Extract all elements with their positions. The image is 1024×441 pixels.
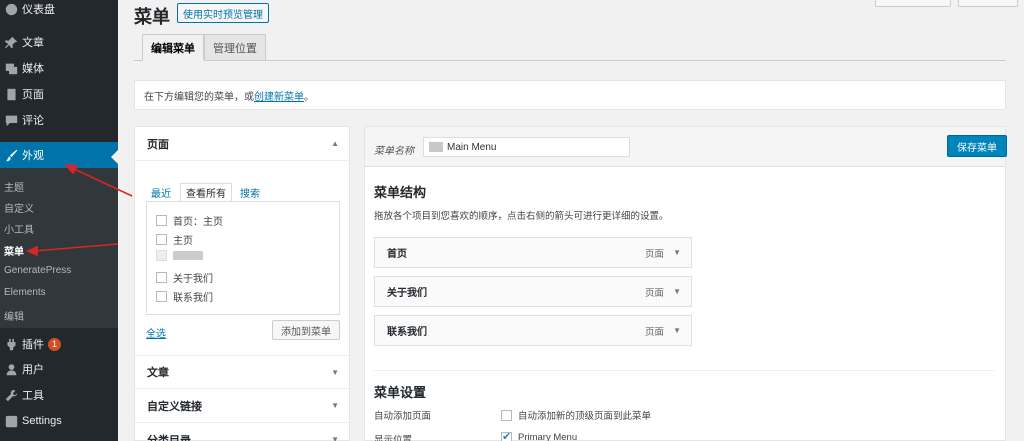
tab-search[interactable]: 搜索 xyxy=(235,183,265,202)
add-menu-items-panel: 页面 ▲ 最近 查看所有 搜索 首页：主页 主页 关于我们 联系我们 全选 添加… xyxy=(134,126,350,441)
pin-icon xyxy=(0,36,22,49)
live-preview-button[interactable]: 使用实时预览管理 xyxy=(177,3,269,23)
checkbox[interactable] xyxy=(156,250,167,261)
appearance-submenu: 主题 自定义 小工具 菜单 GeneratePress Elements 编辑 xyxy=(0,168,118,328)
menu-item-about[interactable]: 关于我们 页面 ▼ xyxy=(374,276,692,307)
accordion-pages-header[interactable]: 页面 ▲ xyxy=(135,127,349,161)
sidebar-item-tools[interactable]: 工具 xyxy=(0,382,118,408)
page-checkbox-redacted[interactable] xyxy=(156,250,203,261)
settings-icon xyxy=(0,415,22,428)
plugin-update-badge: 1 xyxy=(48,337,61,351)
auto-add-label: 自动添加页面 xyxy=(374,411,432,422)
submenu-item-themes[interactable]: 主题 xyxy=(4,179,24,194)
comment-icon xyxy=(0,114,22,127)
tab-edit-menus[interactable]: 编辑菜单 xyxy=(142,34,204,61)
caret-up-icon: ▲ xyxy=(331,139,339,148)
sidebar-item-media[interactable]: 媒体 xyxy=(0,55,118,81)
sidebar-item-appearance[interactable]: 外观 xyxy=(0,142,118,168)
menu-item-home[interactable]: 首页 页面 ▼ xyxy=(374,237,692,268)
notice-text: 在下方编辑您的菜单，或 xyxy=(144,91,254,103)
page-checkbox-main[interactable]: 主页 xyxy=(156,232,193,247)
caret-down-icon: ▼ xyxy=(331,401,339,410)
caret-down-icon: ▼ xyxy=(331,367,339,377)
menu-structure-title: 菜单结构 xyxy=(374,185,427,200)
sidebar-item-posts[interactable]: 文章 xyxy=(0,29,118,55)
page-icon xyxy=(0,88,22,101)
select-all-link[interactable]: 全选 xyxy=(146,325,166,340)
edit-notice: 在下方编辑您的菜单，或 创建新菜单 。 xyxy=(134,80,1006,110)
page-title: 菜单 xyxy=(134,7,170,27)
active-menu-arrow xyxy=(111,150,118,164)
menu-structure-description: 拖放各个项目到您喜欢的顺序，点击右侧的箭头可进行更详细的设置。 xyxy=(374,211,669,222)
accordion-custom-links-header[interactable]: 自定义链接 ▼ xyxy=(135,389,349,423)
redacted-label xyxy=(173,251,203,260)
create-new-menu-link[interactable]: 创建新菜单 xyxy=(254,88,304,103)
accordion-posts-title: 文章 xyxy=(147,367,169,379)
expand-arrow-icon[interactable]: ▼ xyxy=(673,287,681,296)
menu-settings-title: 菜单设置 xyxy=(374,385,427,400)
pages-checklist: 首页：主页 主页 关于我们 联系我们 xyxy=(146,201,340,315)
submenu-item-menus[interactable]: 菜单 xyxy=(4,243,24,258)
caret-down-icon: ▼ xyxy=(331,435,339,441)
accordion-posts-header[interactable]: 文章 ▼ xyxy=(135,355,349,389)
user-icon xyxy=(0,363,22,376)
wrench-icon xyxy=(0,389,22,402)
sidebar-item-settings[interactable]: Settings xyxy=(0,408,118,434)
display-location-label: 显示位置 xyxy=(374,435,413,441)
menu-name-label: 菜单名称 xyxy=(374,146,414,157)
screen-options-button[interactable] xyxy=(875,0,951,7)
checkbox[interactable] xyxy=(156,215,167,226)
tab-most-recent[interactable]: 最近 xyxy=(146,183,176,202)
submenu-item-elements[interactable]: Elements xyxy=(4,287,46,298)
auto-add-checkbox[interactable]: 自动添加新的顶级页面到此菜单 xyxy=(501,408,651,422)
accordion-categories-title: 分类目录 xyxy=(147,434,191,441)
plugin-icon xyxy=(0,338,22,351)
menu-name-input[interactable]: Main Menu xyxy=(423,137,630,157)
submenu-item-generatepress[interactable]: GeneratePress xyxy=(4,265,71,276)
sidebar-item-users[interactable]: 用户 xyxy=(0,356,118,382)
expand-arrow-icon[interactable]: ▼ xyxy=(673,326,681,335)
dashboard-icon xyxy=(0,3,22,16)
accordion-custom-links-title: 自定义链接 xyxy=(147,400,202,413)
menu-item-contact[interactable]: 联系我们 页面 ▼ xyxy=(374,315,692,346)
sidebar-item-comments[interactable]: 评论 xyxy=(0,107,118,133)
sidebar-item-pages[interactable]: 页面 xyxy=(0,81,118,107)
expand-arrow-icon[interactable]: ▼ xyxy=(673,248,681,257)
page-checkbox-about[interactable]: 关于我们 xyxy=(156,270,213,285)
accordion-categories-header[interactable]: 分类目录 ▼ xyxy=(135,423,349,441)
submenu-item-widgets[interactable]: 小工具 xyxy=(4,221,34,236)
page-checkbox-contact[interactable]: 联系我们 xyxy=(156,289,213,304)
checkbox[interactable] xyxy=(156,234,167,245)
accordion-pages-title: 页面 xyxy=(147,138,169,151)
tab-manage-locations[interactable]: 管理位置 xyxy=(204,34,266,61)
primary-menu-checkbox[interactable]: Primary Menu xyxy=(501,430,577,441)
checkbox[interactable] xyxy=(501,409,512,421)
admin-sidebar: 仪表盘 文章 媒体 页面 评论 外观 主题 自定义 小工具 菜单 Generat… xyxy=(0,0,118,441)
menu-editor-header: 菜单名称 Main Menu 保存菜单 xyxy=(365,127,1007,167)
media-icon xyxy=(0,62,22,75)
sidebar-item-dashboard[interactable]: 仪表盘 xyxy=(0,0,118,22)
help-button[interactable] xyxy=(958,0,1018,7)
settings-divider xyxy=(374,370,994,371)
submenu-item-editor[interactable]: 编辑 xyxy=(4,308,24,323)
redacted-icon xyxy=(429,142,443,152)
submenu-item-customize[interactable]: 自定义 xyxy=(4,200,34,215)
page-checkbox-home[interactable]: 首页：主页 xyxy=(156,213,223,228)
tab-view-all[interactable]: 查看所有 xyxy=(180,183,232,202)
brush-icon xyxy=(0,149,22,162)
checkbox[interactable] xyxy=(156,272,167,283)
sidebar-item-plugins[interactable]: 插件 1 xyxy=(0,331,118,357)
notice-suffix: 。 xyxy=(304,91,314,103)
checkbox[interactable] xyxy=(156,291,167,302)
main-content: 菜单 使用实时预览管理 编辑菜单 管理位置 在下方编辑您的菜单，或 创建新菜单 … xyxy=(118,0,1024,441)
checkbox-checked[interactable] xyxy=(501,430,512,441)
save-menu-button[interactable]: 保存菜单 xyxy=(947,135,1007,157)
menu-editor-panel: 菜单名称 Main Menu 保存菜单 菜单结构 拖放各个项目到您喜欢的顺序，点… xyxy=(364,126,1007,441)
add-to-menu-button[interactable]: 添加到菜单 xyxy=(272,320,340,340)
